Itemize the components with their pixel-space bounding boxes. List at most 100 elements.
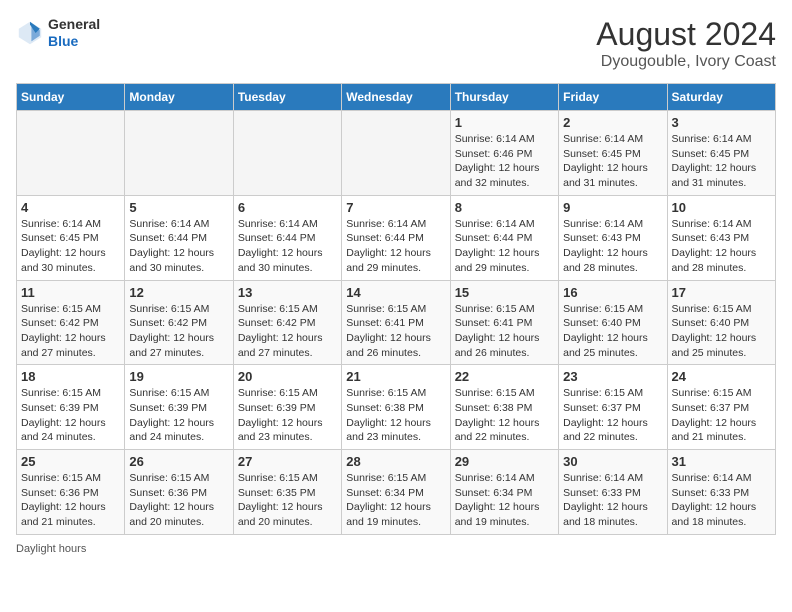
footer-note: Daylight hours	[16, 543, 776, 555]
calendar-table: SundayMondayTuesdayWednesdayThursdayFrid…	[16, 83, 776, 535]
day-number: 23	[563, 369, 662, 384]
logo-blue: Blue	[48, 33, 100, 50]
day-info: Sunrise: 6:15 AMSunset: 6:40 PMDaylight:…	[563, 302, 662, 361]
day-number: 8	[455, 200, 554, 215]
day-number: 6	[238, 200, 337, 215]
day-info: Sunrise: 6:14 AMSunset: 6:44 PMDaylight:…	[238, 217, 337, 276]
page-header: General Blue August 2024 Dyougouble, Ivo…	[16, 16, 776, 71]
calendar-day-cell: 13Sunrise: 6:15 AMSunset: 6:42 PMDayligh…	[233, 280, 341, 365]
title-block: August 2024 Dyougouble, Ivory Coast	[596, 16, 776, 71]
calendar-day-cell: 29 Sunrise: 6:14 AMSunset: 6:34 PMDayligh…	[450, 450, 558, 535]
day-number: 17	[672, 285, 771, 300]
day-info: Sunrise: 6:15 AMSunset: 6:40 PMDaylight:…	[672, 302, 771, 361]
calendar-day-cell: 16 Sunrise: 6:15 AMSunset: 6:40 PMDayligh…	[559, 280, 667, 365]
day-number: 19	[129, 369, 228, 384]
calendar-week-row: 11 Sunrise: 6:15 AMSunset: 6:42 PMDayligh…	[17, 280, 776, 365]
calendar-week-row: 25Sunrise: 6:15 AMSunset: 6:36 PMDayligh…	[17, 450, 776, 535]
calendar-day-cell: 17 Sunrise: 6:15 AMSunset: 6:40 PMDayligh…	[667, 280, 775, 365]
day-number: 3	[672, 115, 771, 130]
calendar-day-cell: 10 Sunrise: 6:14 AMSunset: 6:43 PMDayligh…	[667, 195, 775, 280]
day-info: Sunrise: 6:14 AMSunset: 6:43 PMDaylight:…	[563, 217, 662, 276]
day-number: 31	[672, 454, 771, 469]
calendar-day-cell	[233, 111, 341, 196]
day-info: Sunrise: 6:14 AMSunset: 6:44 PMDaylight:…	[346, 217, 445, 276]
day-info: Sunrise: 6:15 AMSunset: 6:35 PMDaylight:…	[238, 471, 337, 530]
day-number: 26	[129, 454, 228, 469]
day-info: Sunrise: 6:15 AMSunset: 6:38 PMDaylight:…	[455, 386, 554, 445]
day-number: 20	[238, 369, 337, 384]
calendar-day-cell: 1 Sunrise: 6:14 AMSunset: 6:46 PMDaylight…	[450, 111, 558, 196]
day-number: 9	[563, 200, 662, 215]
logo: General Blue	[16, 16, 100, 50]
day-info: Sunrise: 6:14 AMSunset: 6:43 PMDaylight:…	[672, 217, 771, 276]
calendar-day-cell: 24 Sunrise: 6:15 AMSunset: 6:37 PMDayligh…	[667, 365, 775, 450]
day-info: Sunrise: 6:14 AMSunset: 6:33 PMDaylight:…	[672, 471, 771, 530]
day-number: 24	[672, 369, 771, 384]
calendar-day-cell: 19 Sunrise: 6:15 AMSunset: 6:39 PMDayligh…	[125, 365, 233, 450]
day-info: Sunrise: 6:15 AMSunset: 6:37 PMDaylight:…	[563, 386, 662, 445]
day-info: Sunrise: 6:14 AMSunset: 6:33 PMDaylight:…	[563, 471, 662, 530]
calendar-week-row: 18 Sunrise: 6:15 AMSunset: 6:39 PMDayligh…	[17, 365, 776, 450]
calendar-day-cell: 18Sunrise: 6:15 AMSunset: 6:39 PMDayligh…	[17, 365, 125, 450]
day-of-week-header: Sunday	[17, 84, 125, 111]
calendar-day-cell: 26 Sunrise: 6:15 AMSunset: 6:36 PMDayligh…	[125, 450, 233, 535]
calendar-week-row: 1 Sunrise: 6:14 AMSunset: 6:46 PMDaylight…	[17, 111, 776, 196]
calendar-day-cell	[342, 111, 450, 196]
day-number: 7	[346, 200, 445, 215]
calendar-day-cell: 8 Sunrise: 6:14 AMSunset: 6:44 PMDaylight…	[450, 195, 558, 280]
day-number: 28	[346, 454, 445, 469]
day-number: 10	[672, 200, 771, 215]
day-number: 5	[129, 200, 228, 215]
day-info: Sunrise: 6:14 AMSunset: 6:45 PMDaylight:…	[672, 132, 771, 191]
calendar-day-cell: 6 Sunrise: 6:14 AMSunset: 6:44 PMDaylight…	[233, 195, 341, 280]
day-info: Sunrise: 6:14 AMSunset: 6:45 PMDaylight:…	[21, 217, 120, 276]
calendar-day-cell: 25Sunrise: 6:15 AMSunset: 6:36 PMDayligh…	[17, 450, 125, 535]
day-info: Sunrise: 6:14 AMSunset: 6:44 PMDaylight:…	[455, 217, 554, 276]
day-info: Sunrise: 6:14 AMSunset: 6:46 PMDaylight:…	[455, 132, 554, 191]
day-info: Sunrise: 6:15 AMSunset: 6:34 PMDaylight:…	[346, 471, 445, 530]
calendar-body: 1 Sunrise: 6:14 AMSunset: 6:46 PMDaylight…	[17, 111, 776, 535]
day-of-week-header: Tuesday	[233, 84, 341, 111]
day-number: 4	[21, 200, 120, 215]
calendar-day-cell	[17, 111, 125, 196]
calendar-day-cell: 31 Sunrise: 6:14 AMSunset: 6:33 PMDayligh…	[667, 450, 775, 535]
calendar-day-cell: 23 Sunrise: 6:15 AMSunset: 6:37 PMDayligh…	[559, 365, 667, 450]
month-year: August 2024	[596, 16, 776, 53]
day-info: Sunrise: 6:15 AMSunset: 6:37 PMDaylight:…	[672, 386, 771, 445]
calendar-day-cell: 5Sunrise: 6:14 AMSunset: 6:44 PMDaylight…	[125, 195, 233, 280]
day-info: Sunrise: 6:15 AMSunset: 6:36 PMDaylight:…	[129, 471, 228, 530]
day-info: Sunrise: 6:15 AMSunset: 6:41 PMDaylight:…	[455, 302, 554, 361]
day-number: 11	[21, 285, 120, 300]
location: Dyougouble, Ivory Coast	[596, 53, 776, 71]
day-of-week-header: Wednesday	[342, 84, 450, 111]
day-number: 13	[238, 285, 337, 300]
calendar-day-cell	[125, 111, 233, 196]
day-number: 16	[563, 285, 662, 300]
calendar-day-cell: 27 Sunrise: 6:15 AMSunset: 6:35 PMDayligh…	[233, 450, 341, 535]
day-info: Sunrise: 6:15 AMSunset: 6:41 PMDaylight:…	[346, 302, 445, 361]
day-info: Sunrise: 6:15 AMSunset: 6:42 PMDaylight:…	[21, 302, 120, 361]
calendar-day-cell: 3 Sunrise: 6:14 AMSunset: 6:45 PMDaylight…	[667, 111, 775, 196]
logo-icon	[16, 19, 44, 47]
day-number: 29	[455, 454, 554, 469]
day-number: 22	[455, 369, 554, 384]
calendar-header: SundayMondayTuesdayWednesdayThursdayFrid…	[17, 84, 776, 111]
day-number: 30	[563, 454, 662, 469]
day-number: 1	[455, 115, 554, 130]
calendar-day-cell: 12Sunrise: 6:15 AMSunset: 6:42 PMDayligh…	[125, 280, 233, 365]
day-of-week-header: Friday	[559, 84, 667, 111]
calendar-day-cell: 2Sunrise: 6:14 AMSunset: 6:45 PMDaylight…	[559, 111, 667, 196]
day-number: 27	[238, 454, 337, 469]
day-number: 14	[346, 285, 445, 300]
calendar-day-cell: 28 Sunrise: 6:15 AMSunset: 6:34 PMDayligh…	[342, 450, 450, 535]
day-info: Sunrise: 6:14 AMSunset: 6:34 PMDaylight:…	[455, 471, 554, 530]
day-of-week-header: Thursday	[450, 84, 558, 111]
day-info: Sunrise: 6:15 AMSunset: 6:36 PMDaylight:…	[21, 471, 120, 530]
day-number: 2	[563, 115, 662, 130]
calendar-day-cell: 11 Sunrise: 6:15 AMSunset: 6:42 PMDayligh…	[17, 280, 125, 365]
day-info: Sunrise: 6:15 AMSunset: 6:39 PMDaylight:…	[129, 386, 228, 445]
day-number: 12	[129, 285, 228, 300]
day-number: 18	[21, 369, 120, 384]
calendar-day-cell: 20Sunrise: 6:15 AMSunset: 6:39 PMDayligh…	[233, 365, 341, 450]
calendar-week-row: 4 Sunrise: 6:14 AMSunset: 6:45 PMDaylight…	[17, 195, 776, 280]
